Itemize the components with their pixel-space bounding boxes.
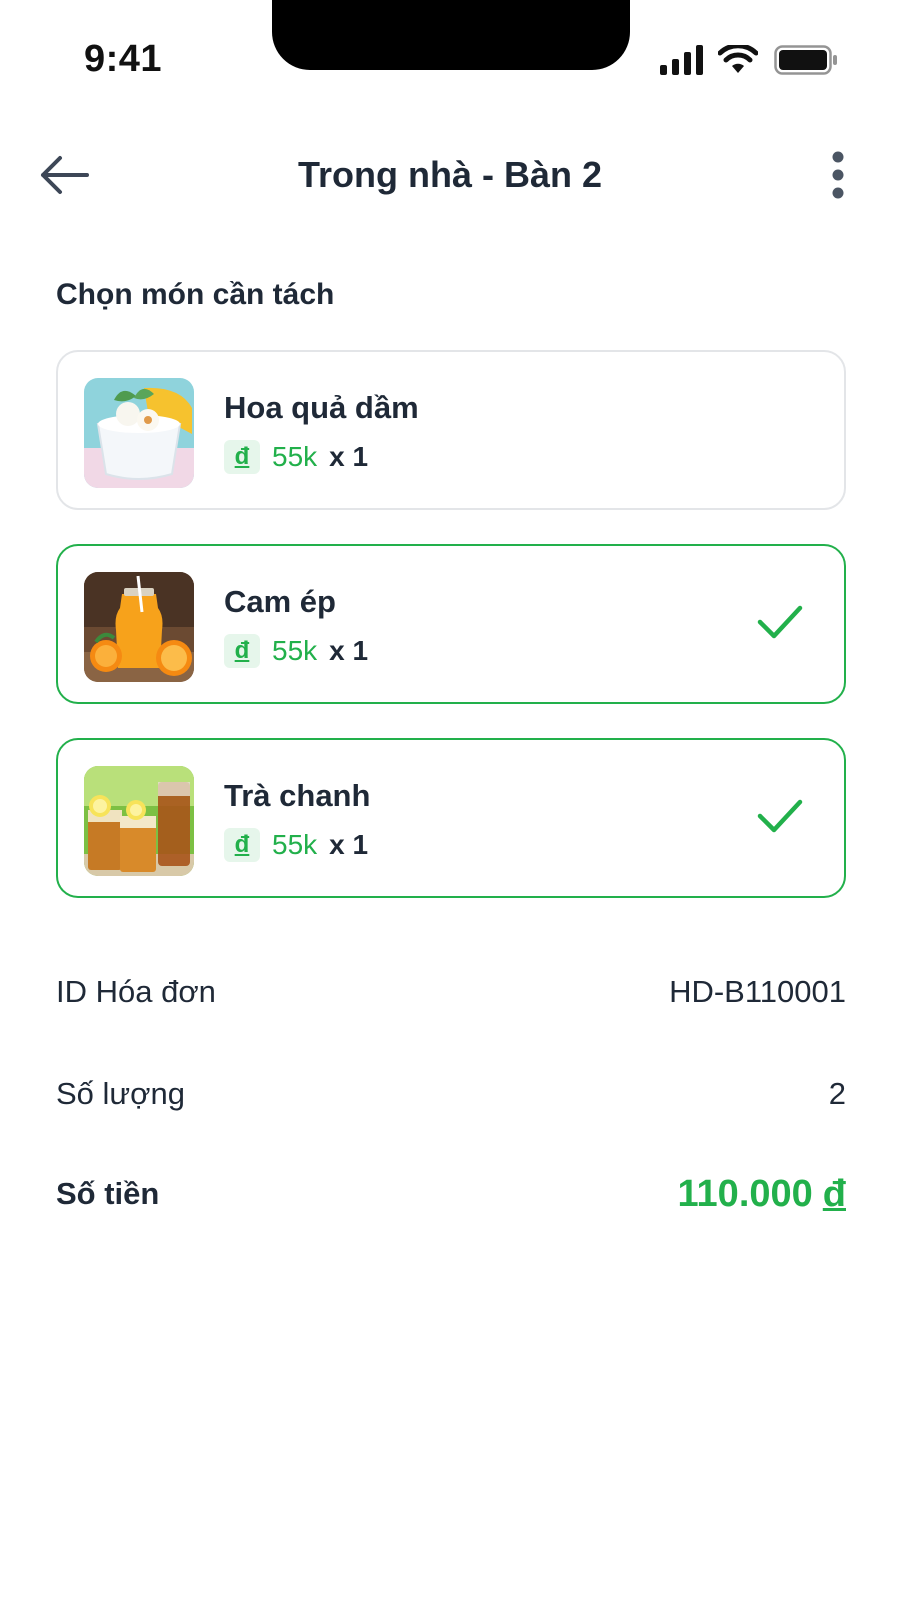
quantity-value: 2 [828, 1076, 846, 1111]
page-title: Trong nhà - Bàn 2 [297, 154, 602, 195]
item-name: Trà chanh [224, 778, 371, 813]
currency-badge: đ [224, 634, 260, 668]
invoice-id-value: HD-B110001 [669, 974, 846, 1009]
status-bar: 9:41 [0, 0, 900, 100]
cellular-signal-icon [660, 45, 703, 75]
currency-badge: đ [224, 440, 260, 474]
invoice-id-label: ID Hóa đơn [56, 974, 216, 1009]
item-quantity: x 1 [329, 829, 369, 860]
item-card-selected[interactable]: Trà chanh đ 55k x 1 [56, 738, 846, 898]
orange-juice-image [84, 572, 194, 682]
price-row: đ 55k x 1 [224, 634, 368, 668]
price-row: đ 55k x 1 [224, 828, 368, 862]
item-price: 55k [272, 829, 318, 860]
item-quantity: x 1 [329, 441, 369, 472]
wifi-icon [718, 45, 758, 73]
section-label: Chọn món cần tách [56, 278, 335, 311]
back-button[interactable] [36, 150, 92, 200]
item-price: 55k [272, 441, 318, 472]
status-icons [660, 44, 838, 76]
more-options-button[interactable] [818, 148, 858, 202]
price-row: đ 55k x 1 [224, 440, 368, 474]
device-notch [272, 0, 630, 70]
check-icon [757, 605, 803, 639]
amount-row: Số tiền 110.000 đ [56, 1172, 846, 1216]
arrow-left-icon [41, 156, 89, 194]
quantity-label: Số lượng [56, 1076, 185, 1111]
amount-label: Số tiền [56, 1176, 160, 1211]
quantity-row: Số lượng 2 [56, 1072, 846, 1116]
lemon-tea-image [84, 766, 194, 876]
fruit-yogurt-cup-image [84, 378, 194, 488]
item-name: Cam ép [224, 584, 336, 619]
item-name: Hoa quả dầm [224, 390, 419, 425]
check-icon [757, 799, 803, 833]
item-price: 55k [272, 635, 318, 666]
amount-currency: đ [822, 1172, 846, 1215]
item-card-selected[interactable]: Cam ép đ 55k x 1 [56, 544, 846, 704]
battery-icon [774, 45, 837, 75]
status-time: 9:41 [84, 38, 163, 80]
invoice-id-row: ID Hóa đơn HD-B110001 [56, 970, 846, 1014]
more-vertical-icon [832, 151, 844, 199]
app-header: Trong nhà - Bàn 2 [0, 130, 900, 220]
amount-value: 110.000 đ [678, 1173, 846, 1216]
amount-number: 110.000 [677, 1172, 813, 1215]
item-card[interactable]: Hoa quả dầm đ 55k x 1 [56, 350, 846, 510]
item-quantity: x 1 [329, 635, 369, 666]
currency-badge: đ [224, 828, 260, 862]
